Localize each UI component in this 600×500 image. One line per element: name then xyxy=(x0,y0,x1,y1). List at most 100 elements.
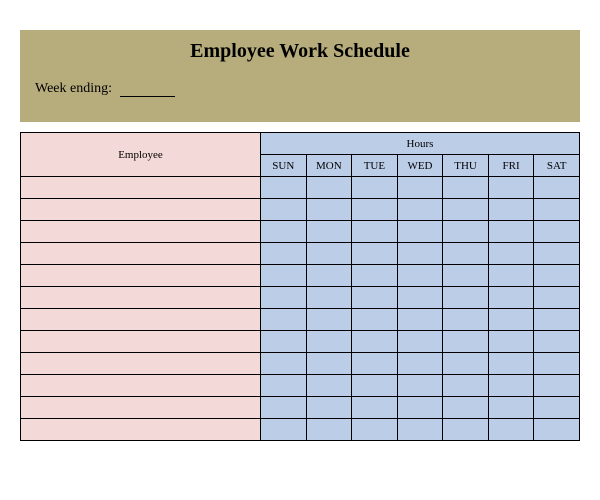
hours-cell[interactable] xyxy=(443,265,489,287)
hours-cell[interactable] xyxy=(397,177,443,199)
hours-cell[interactable] xyxy=(306,397,352,419)
hours-cell[interactable] xyxy=(397,243,443,265)
hours-cell[interactable] xyxy=(261,353,307,375)
hours-cell[interactable] xyxy=(534,199,580,221)
employee-cell[interactable] xyxy=(21,397,261,419)
hours-cell[interactable] xyxy=(261,375,307,397)
employee-column-header: Employee xyxy=(21,133,261,177)
hours-cell[interactable] xyxy=(352,397,398,419)
hours-cell[interactable] xyxy=(534,419,580,441)
hours-cell[interactable] xyxy=(488,265,534,287)
hours-cell[interactable] xyxy=(352,287,398,309)
hours-cell[interactable] xyxy=(261,397,307,419)
hours-cell[interactable] xyxy=(261,309,307,331)
hours-cell[interactable] xyxy=(261,419,307,441)
hours-cell[interactable] xyxy=(443,397,489,419)
hours-cell[interactable] xyxy=(306,199,352,221)
hours-cell[interactable] xyxy=(443,309,489,331)
hours-cell[interactable] xyxy=(397,331,443,353)
hours-cell[interactable] xyxy=(306,375,352,397)
employee-cell[interactable] xyxy=(21,331,261,353)
hours-cell[interactable] xyxy=(352,265,398,287)
hours-cell[interactable] xyxy=(488,397,534,419)
hours-cell[interactable] xyxy=(306,331,352,353)
table-row xyxy=(21,265,580,287)
hours-cell[interactable] xyxy=(443,419,489,441)
hours-cell[interactable] xyxy=(534,287,580,309)
hours-cell[interactable] xyxy=(397,265,443,287)
hours-cell[interactable] xyxy=(261,199,307,221)
hours-cell[interactable] xyxy=(261,331,307,353)
hours-cell[interactable] xyxy=(488,309,534,331)
hours-cell[interactable] xyxy=(443,287,489,309)
hours-cell[interactable] xyxy=(534,397,580,419)
hours-cell[interactable] xyxy=(443,353,489,375)
employee-cell[interactable] xyxy=(21,353,261,375)
hours-cell[interactable] xyxy=(488,287,534,309)
hours-cell[interactable] xyxy=(443,199,489,221)
hours-cell[interactable] xyxy=(352,199,398,221)
hours-cell[interactable] xyxy=(261,177,307,199)
hours-cell[interactable] xyxy=(352,419,398,441)
hours-cell[interactable] xyxy=(488,419,534,441)
hours-cell[interactable] xyxy=(488,243,534,265)
employee-cell[interactable] xyxy=(21,243,261,265)
hours-cell[interactable] xyxy=(306,309,352,331)
hours-cell[interactable] xyxy=(488,199,534,221)
employee-cell[interactable] xyxy=(21,375,261,397)
hours-cell[interactable] xyxy=(261,265,307,287)
hours-cell[interactable] xyxy=(397,309,443,331)
hours-cell[interactable] xyxy=(306,177,352,199)
hours-cell[interactable] xyxy=(397,287,443,309)
hours-cell[interactable] xyxy=(397,221,443,243)
hours-cell[interactable] xyxy=(352,221,398,243)
hours-cell[interactable] xyxy=(306,221,352,243)
hours-cell[interactable] xyxy=(306,419,352,441)
hours-cell[interactable] xyxy=(397,419,443,441)
hours-cell[interactable] xyxy=(488,375,534,397)
week-ending-input-line[interactable] xyxy=(120,96,175,97)
hours-cell[interactable] xyxy=(443,243,489,265)
hours-cell[interactable] xyxy=(534,177,580,199)
employee-cell[interactable] xyxy=(21,309,261,331)
table-row xyxy=(21,375,580,397)
hours-cell[interactable] xyxy=(352,309,398,331)
hours-cell[interactable] xyxy=(261,221,307,243)
hours-cell[interactable] xyxy=(534,265,580,287)
hours-cell[interactable] xyxy=(352,353,398,375)
hours-cell[interactable] xyxy=(306,287,352,309)
hours-cell[interactable] xyxy=(534,243,580,265)
hours-cell[interactable] xyxy=(534,375,580,397)
employee-cell[interactable] xyxy=(21,265,261,287)
employee-cell[interactable] xyxy=(21,199,261,221)
employee-cell[interactable] xyxy=(21,221,261,243)
employee-cell[interactable] xyxy=(21,177,261,199)
hours-cell[interactable] xyxy=(534,331,580,353)
hours-cell[interactable] xyxy=(397,199,443,221)
hours-cell[interactable] xyxy=(397,353,443,375)
hours-cell[interactable] xyxy=(443,331,489,353)
hours-cell[interactable] xyxy=(488,177,534,199)
hours-cell[interactable] xyxy=(306,243,352,265)
employee-cell[interactable] xyxy=(21,419,261,441)
hours-cell[interactable] xyxy=(352,331,398,353)
hours-cell[interactable] xyxy=(443,177,489,199)
hours-cell[interactable] xyxy=(488,353,534,375)
hours-cell[interactable] xyxy=(306,265,352,287)
hours-cell[interactable] xyxy=(352,375,398,397)
hours-cell[interactable] xyxy=(352,177,398,199)
hours-cell[interactable] xyxy=(261,243,307,265)
hours-cell[interactable] xyxy=(443,375,489,397)
hours-cell[interactable] xyxy=(534,309,580,331)
hours-cell[interactable] xyxy=(306,353,352,375)
hours-cell[interactable] xyxy=(397,375,443,397)
hours-cell[interactable] xyxy=(261,287,307,309)
hours-cell[interactable] xyxy=(534,353,580,375)
hours-cell[interactable] xyxy=(534,221,580,243)
hours-cell[interactable] xyxy=(488,221,534,243)
hours-cell[interactable] xyxy=(488,331,534,353)
hours-cell[interactable] xyxy=(352,243,398,265)
hours-cell[interactable] xyxy=(443,221,489,243)
employee-cell[interactable] xyxy=(21,287,261,309)
hours-cell[interactable] xyxy=(397,397,443,419)
